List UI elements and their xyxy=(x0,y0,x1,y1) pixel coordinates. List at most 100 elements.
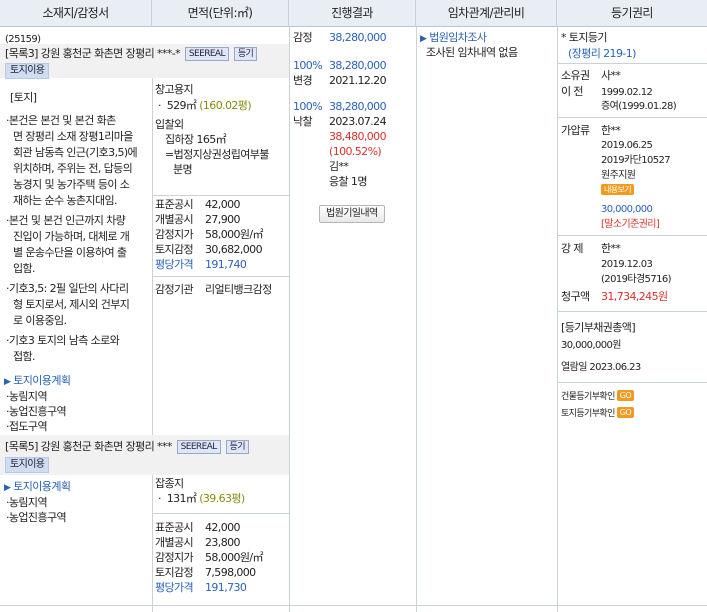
seereal-button[interactable]: SEEREAL xyxy=(176,440,221,454)
plan-item: ·농림지역 xyxy=(6,390,48,403)
court-schedule-button[interactable]: 법원기일내역 xyxy=(319,205,385,223)
progress-value: 2021.12.20 xyxy=(329,74,387,87)
appraiser-label: 감정기관 xyxy=(155,283,194,296)
area3-type: 창고용지 xyxy=(155,83,194,96)
content-view-button[interactable]: 내용보기 xyxy=(601,184,635,195)
note-line: 분명 xyxy=(173,163,193,176)
separator xyxy=(416,27,417,612)
transfer-row: 이 전 1999.02.12 xyxy=(561,84,653,100)
area5-size-value: 131㎡ xyxy=(166,492,197,505)
land-use-button[interactable]: 토지이용 xyxy=(5,63,50,79)
owner-row: 소유권 사** xyxy=(561,68,621,83)
note-line: 집하장 165㎡ xyxy=(165,133,227,146)
seizure-details: 2019.06.25 2019카단10527 원주지원 내용보기 30,000,… xyxy=(601,138,671,232)
header-location: 소재지/감정서 xyxy=(0,0,152,27)
item5-title: [목록5] 강원 홍천군 화촌면 장평리 *** SEEREAL 등기 xyxy=(5,439,249,454)
appraiser-value: 리얼티뱅크감정 xyxy=(205,283,272,296)
item5-plan-title: 토지이용계획 xyxy=(13,480,71,493)
land-plan-list: ·농림지역 ·농업진흥구역 ·접도구역 xyxy=(6,389,67,434)
item5-land-use-row: 토지이용 xyxy=(5,456,50,473)
separator xyxy=(152,513,289,514)
plan-item: ·접도구역 xyxy=(6,420,48,433)
land-registry-link[interactable]: (장평리 219-1) xyxy=(568,46,636,61)
triangle-right-icon: ▶ xyxy=(4,483,11,493)
avg-value: 191,740 xyxy=(205,258,247,271)
desc-line: 위치하며, 주위는 전, 답등의 xyxy=(13,162,133,175)
seizure-note: [말소기준권리] xyxy=(601,219,660,230)
building-check-label: 건물등기부확인 xyxy=(561,392,615,402)
win-price: 38,480,000 xyxy=(329,130,387,143)
progress-value: 38,280,000 xyxy=(329,31,387,44)
avg-value: 191,730 xyxy=(205,581,247,594)
seizure-court: 원주지원 xyxy=(601,170,636,181)
note-line: =법정지상권성립여부불 xyxy=(165,148,269,161)
register-button[interactable]: 등기 xyxy=(233,47,258,61)
debt-title: [등기부채권총액] xyxy=(561,321,636,334)
desc-line: 접함. xyxy=(13,350,36,363)
price-label: 표준공시 xyxy=(155,521,194,534)
desc-line: 입함. xyxy=(13,262,36,275)
progress-label: 감정 xyxy=(293,31,313,44)
claim-row: 청구액 31,734,245원 xyxy=(561,289,668,304)
price-value: 27,900 xyxy=(205,213,240,226)
progress-pct: 100% xyxy=(293,59,323,72)
land-heading: [토지] xyxy=(10,91,37,104)
price-value: 42,000 xyxy=(205,521,240,534)
progress-pct: 100% xyxy=(293,100,323,113)
area5-pyeong: (39.63평) xyxy=(199,492,245,505)
desc-line: 재하는 순수 농촌지대임. xyxy=(13,194,117,207)
separator xyxy=(152,276,289,277)
go-button[interactable]: GO xyxy=(616,390,635,401)
desc-line: ·본건은 본건 및 본건 화촌 xyxy=(6,114,116,127)
price-value: 42,000 xyxy=(205,198,240,211)
win-pct: (100.52%) xyxy=(329,145,382,158)
debt-amount: 30,000,000원 xyxy=(561,340,621,351)
price-label: 토지감정 xyxy=(155,243,194,256)
header-progress: 진행결과 xyxy=(289,0,416,27)
price-value: 30,682,000 xyxy=(205,243,263,256)
desc-line: ·기호3 토지의 남측 소로와 xyxy=(6,334,120,347)
forced-date: 2019.12.03 xyxy=(601,259,653,270)
price-value: 7,598,000 xyxy=(205,566,256,579)
area3-prices: 표준공시 42,000 개별공시 27,900 감정지가 58,000원/㎡ 토지감정… xyxy=(155,197,264,272)
note-line: 입찰외 xyxy=(155,118,184,131)
land-description: ·본건은 본건 및 본건 화촌 면 장평리 소재 장평1리마을 회관 남동측 인… xyxy=(6,113,152,365)
separator xyxy=(152,195,289,196)
price-label: 토지감정 xyxy=(155,566,194,579)
separator xyxy=(152,78,153,435)
register-button[interactable]: 등기 xyxy=(225,440,249,454)
desc-line: 진입이 가능하며, 대체로 개 xyxy=(13,230,130,243)
avg-label: 평당가격 xyxy=(155,581,194,594)
header-area: 면적(단위:㎡) xyxy=(152,0,289,27)
progress-value: 38,280,000 xyxy=(329,59,387,72)
seizure-case: 2019카단10527 xyxy=(601,155,671,166)
appraiser: 감정기관 리얼티뱅크감정 xyxy=(155,282,272,297)
desc-line: 별 운송수단을 이용하여 출 xyxy=(13,246,127,259)
price-label: 개별공시 xyxy=(155,213,194,226)
separator xyxy=(557,27,558,612)
land-registry-title: * 토지등기 xyxy=(561,31,607,44)
forced-case: (2019타경5716) xyxy=(601,274,672,285)
separator xyxy=(289,27,290,612)
forced-label: 강 제 xyxy=(561,242,584,255)
land-plan-link[interactable]: ▶ 토지이용계획 xyxy=(4,373,71,390)
go-button[interactable]: GO xyxy=(616,407,635,418)
separator xyxy=(557,382,707,383)
plan-item: ·농림지역 xyxy=(6,496,48,509)
area3-size-value: 529㎡ xyxy=(166,99,197,112)
separator xyxy=(152,475,153,612)
seizure-name: 한** xyxy=(601,124,621,137)
desc-line: 면 장평리 소재 장평1리마을 xyxy=(13,130,133,143)
desc-line: ·본건 및 본건 인근까지 차량 xyxy=(6,214,126,227)
price-label: 개별공시 xyxy=(155,536,194,549)
seereal-button[interactable]: SEEREAL xyxy=(184,47,229,61)
header-lease: 임차관계/관리비 xyxy=(416,0,557,27)
land-use-button[interactable]: 토지이용 xyxy=(5,457,50,473)
desc-line: 로 이용중임. xyxy=(13,314,67,327)
item5-plan-link[interactable]: ▶ 토지이용계획 xyxy=(4,479,71,496)
desc-line: 형 토지로서, 제시외 건부지 xyxy=(13,298,130,311)
price-label: 감정지가 xyxy=(155,228,194,241)
area3-note: 입찰외 집하장 165㎡ =법정지상권성립여부불 분명 xyxy=(155,117,269,177)
building-registry-check[interactable]: 건물등기부확인 GO xyxy=(561,390,635,405)
land-registry-check[interactable]: 토지등기부확인 GO xyxy=(561,407,635,422)
